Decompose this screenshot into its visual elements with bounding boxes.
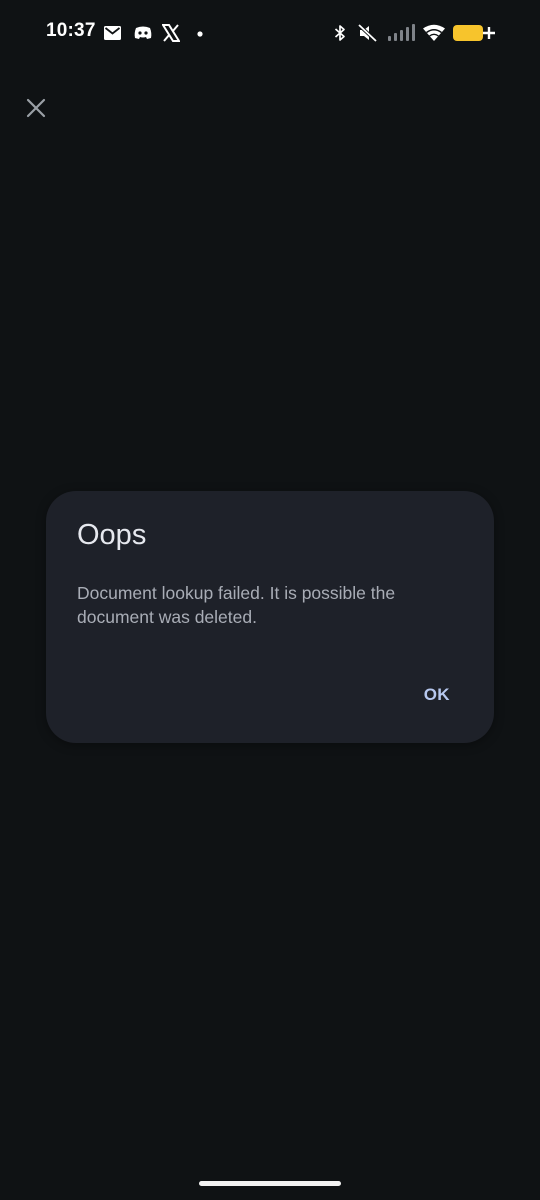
mail-icon (104, 26, 121, 40)
status-time: 10:37 (46, 20, 96, 41)
dialog-title: Oops (77, 519, 147, 551)
mute-icon (358, 24, 378, 42)
close-button[interactable] (22, 94, 50, 122)
signal-icon (388, 24, 416, 41)
x-icon (162, 24, 180, 42)
screen: 10:37 Oops Document lookup failed. It is… (0, 0, 540, 1200)
dot-icon (197, 31, 203, 37)
bluetooth-icon (334, 24, 346, 42)
home-indicator[interactable] (199, 1181, 341, 1186)
battery-charging-icon (453, 24, 495, 42)
error-dialog: Oops Document lookup failed. It is possi… (46, 491, 494, 743)
close-icon (26, 98, 46, 118)
ok-button[interactable]: OK (416, 681, 458, 709)
wifi-icon (423, 24, 445, 41)
status-bar: 10:37 (0, 0, 540, 66)
dialog-message: Document lookup failed. It is possible t… (77, 583, 396, 627)
discord-icon (133, 25, 153, 41)
